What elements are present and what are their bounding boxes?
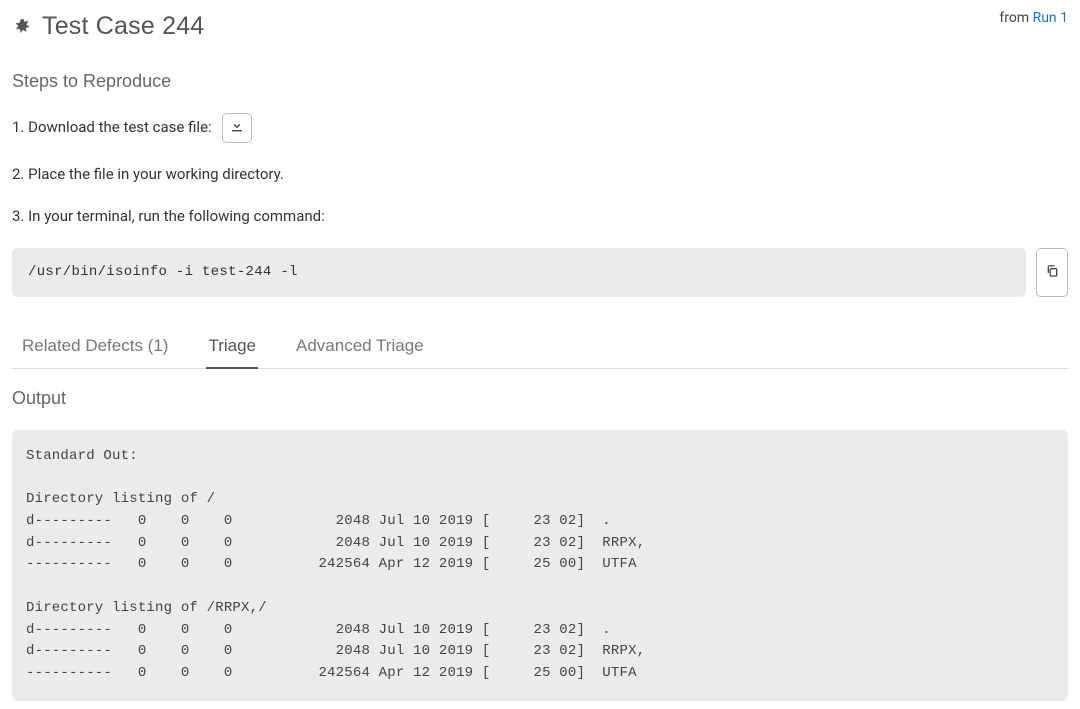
- step-item: 2. Place the file in your working direct…: [12, 163, 1068, 186]
- output-box: Standard Out: Directory listing of / d--…: [12, 430, 1068, 701]
- step-item: 1. Download the test case file:: [12, 113, 1068, 143]
- title-group: Test Case 244: [12, 8, 204, 46]
- tab-advanced-triage[interactable]: Advanced Triage: [294, 325, 426, 369]
- step-text: 2. Place the file in your working direct…: [12, 163, 284, 186]
- from-prefix: from: [999, 10, 1032, 26]
- tab-related-defects[interactable]: Related Defects (1): [20, 325, 170, 369]
- tab-triage[interactable]: Triage: [206, 325, 258, 369]
- step-text: 3. In your terminal, run the following c…: [12, 205, 325, 228]
- step-text: 1. Download the test case file:: [12, 116, 212, 139]
- command-row: /usr/bin/isoinfo -i test-244 -l: [12, 248, 1068, 297]
- output-heading: Output: [12, 385, 1068, 412]
- copy-icon: [1046, 264, 1059, 281]
- command-box: /usr/bin/isoinfo -i test-244 -l: [12, 248, 1026, 297]
- run-link[interactable]: Run 1: [1033, 10, 1068, 26]
- from-run: from Run 1: [999, 8, 1068, 29]
- steps-list: 1. Download the test case file: 2. Place…: [12, 113, 1068, 228]
- step-item: 3. In your terminal, run the following c…: [12, 205, 1068, 228]
- crash-icon: [12, 16, 34, 38]
- download-button[interactable]: [222, 113, 252, 143]
- page-title: Test Case 244: [42, 8, 204, 46]
- tabs: Related Defects (1) Triage Advanced Tria…: [12, 325, 1068, 370]
- steps-heading: Steps to Reproduce: [12, 68, 1068, 95]
- header-row: Test Case 244 from Run 1: [12, 8, 1068, 46]
- copy-button[interactable]: [1036, 248, 1068, 297]
- download-icon: [231, 120, 243, 135]
